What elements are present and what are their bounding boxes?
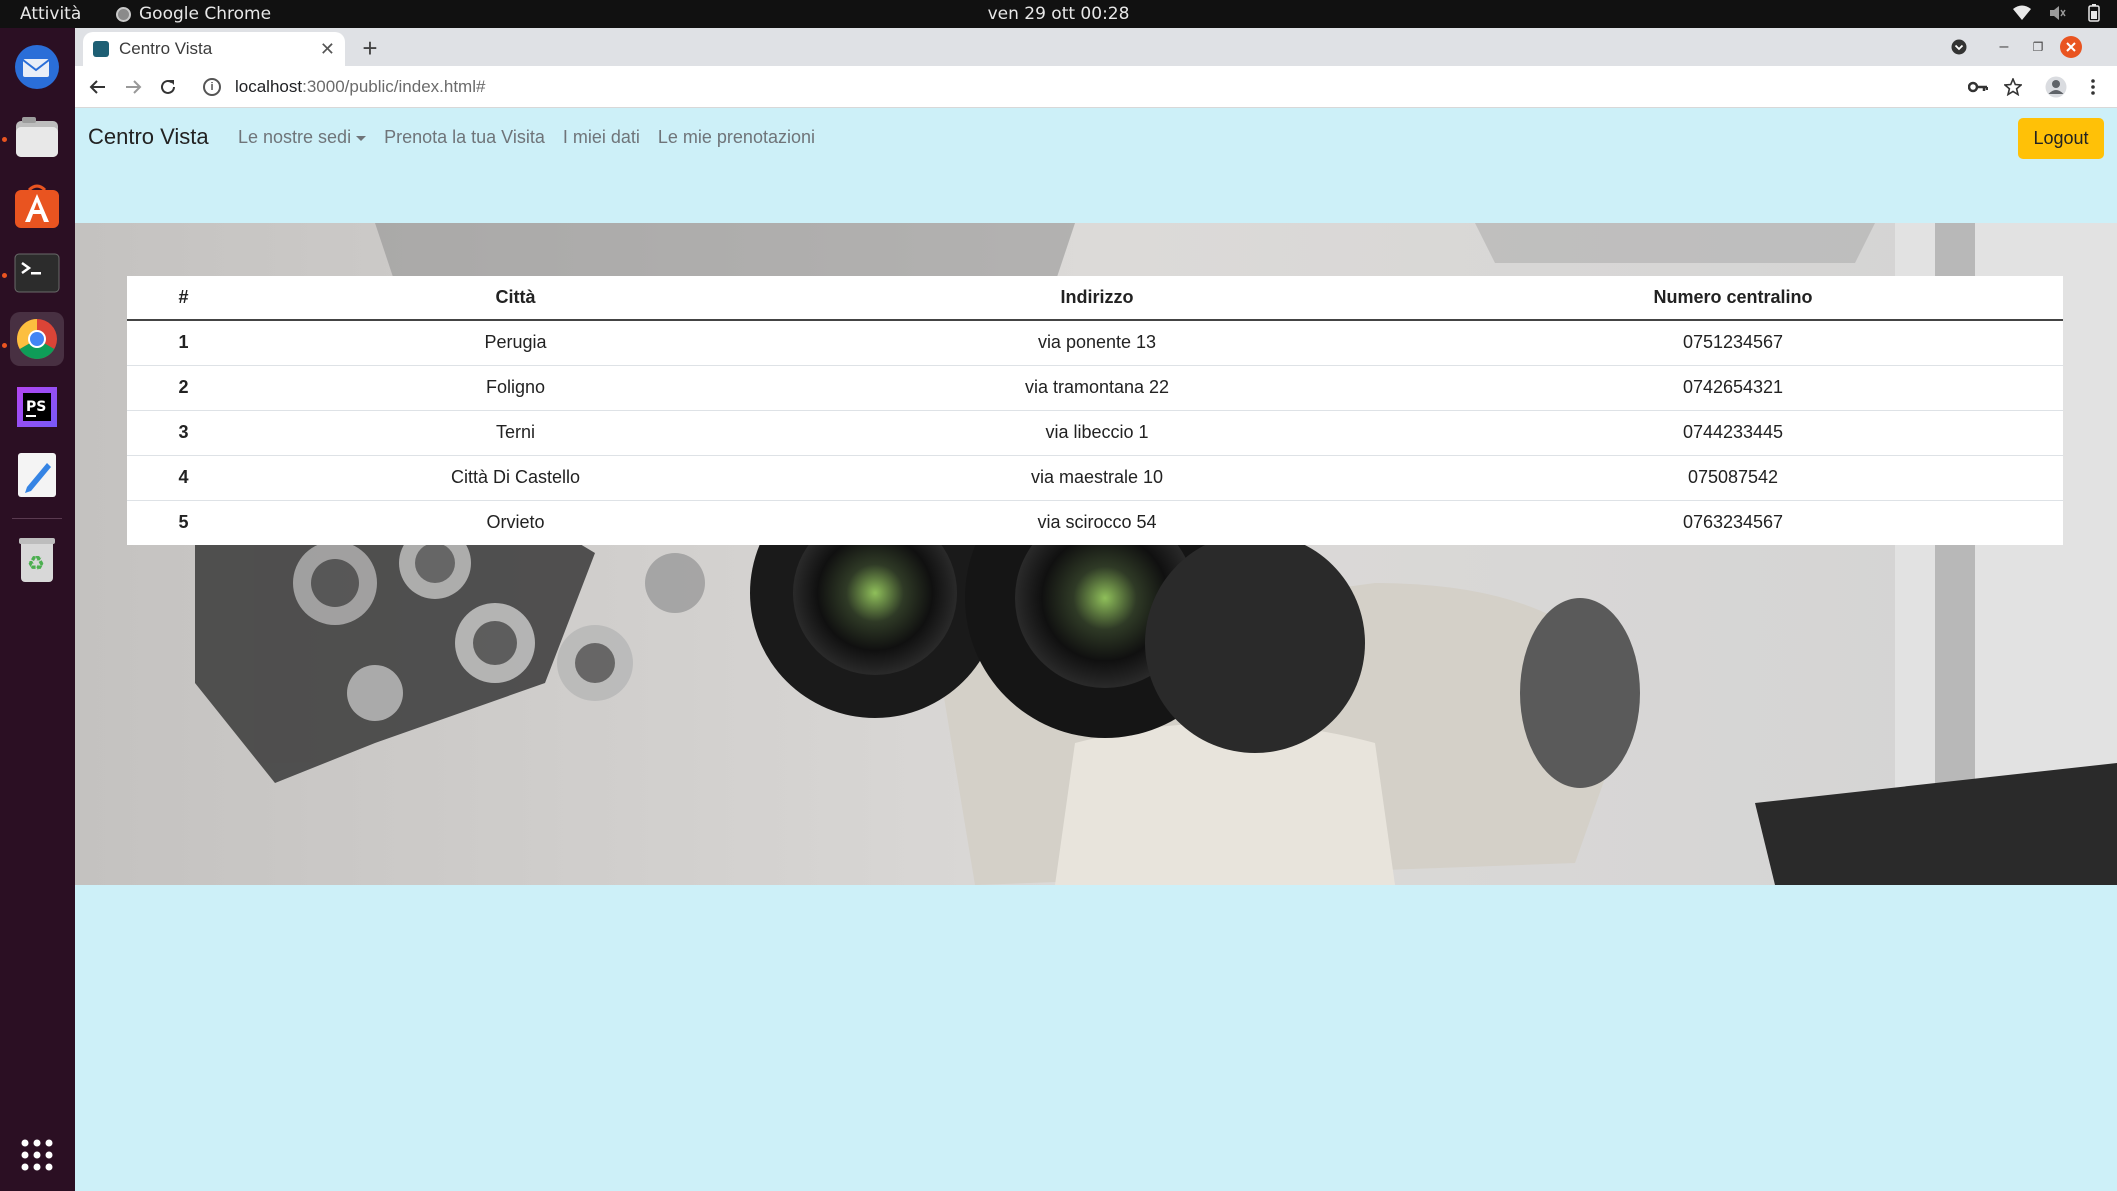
header-indirizzo: Indirizzo: [791, 276, 1403, 321]
cell-indirizzo: via tramontana 22: [791, 364, 1403, 410]
cell-indirizzo: via ponente 13: [791, 319, 1403, 365]
caret-down-icon: [356, 135, 367, 141]
sedi-table-grid: # Città Indirizzo Numero centralino 1 Pe…: [127, 276, 2063, 545]
profile-avatar-icon[interactable]: [2043, 74, 2069, 100]
url-host: localhost: [235, 77, 303, 96]
activities-button[interactable]: Attività: [20, 4, 81, 24]
address-bar[interactable]: i localhost :3000/public/index.html#: [203, 72, 2003, 102]
header-numero-centralino: Numero centralino: [1403, 276, 2063, 321]
password-key-icon[interactable]: [1965, 74, 1991, 100]
chrome-dock-icon[interactable]: [10, 312, 64, 366]
cell-num: 1: [127, 319, 240, 365]
table-row: 1 Perugia via ponente 13 0751234567: [127, 319, 2063, 365]
nav-links: Le nostre sedi Prenota la tua Visita I m…: [238, 127, 815, 148]
svg-text:♻: ♻: [27, 551, 45, 575]
chrome-app-icon: [116, 6, 131, 22]
url-path: :3000/public/index.html#: [302, 77, 486, 96]
close-tab-icon[interactable]: ✕: [320, 39, 335, 60]
phpstorm-icon[interactable]: PS: [10, 380, 64, 434]
wifi-icon[interactable]: [2013, 4, 2031, 22]
cell-citta: Perugia: [240, 319, 791, 365]
cell-telefono: 0742654321: [1403, 364, 2063, 410]
text-editor-icon[interactable]: [10, 448, 64, 502]
ubuntu-dock: PS ♻: [0, 28, 75, 1191]
browser-menu-icon[interactable]: [2080, 74, 2106, 100]
nav-link-dati[interactable]: I miei dati: [563, 127, 640, 148]
cell-num: 5: [127, 499, 240, 545]
cell-telefono: 0763234567: [1403, 499, 2063, 545]
cell-num: 2: [127, 364, 240, 410]
forward-icon[interactable]: [120, 74, 146, 100]
cell-indirizzo: via libeccio 1: [791, 409, 1403, 455]
cell-citta: Terni: [240, 409, 791, 455]
cell-telefono: 0751234567: [1403, 319, 2063, 365]
cell-citta: Città Di Castello: [240, 454, 791, 500]
new-tab-button[interactable]: +: [355, 34, 385, 64]
web-page: Centro Vista Le nostre sedi Prenota la t…: [75, 108, 2117, 1191]
tab-search-icon[interactable]: [1948, 36, 1970, 58]
software-center-icon[interactable]: [10, 179, 64, 233]
back-icon[interactable]: [85, 74, 111, 100]
nav-link-prenota[interactable]: Prenota la tua Visita: [384, 127, 545, 148]
files-running-indicator: [2, 137, 7, 142]
site-navbar: Centro Vista Le nostre sedi Prenota la t…: [75, 108, 2117, 168]
nav-link-label: Le nostre sedi: [238, 127, 352, 147]
thunderbird-icon[interactable]: [10, 40, 64, 94]
terminal-running-indicator: [2, 273, 7, 278]
volume-icon[interactable]: [2049, 4, 2067, 22]
cell-indirizzo: via scirocco 54: [791, 499, 1403, 545]
cell-citta: Foligno: [240, 364, 791, 410]
tab-title: Centro Vista: [119, 39, 213, 58]
svg-text:PS: PS: [26, 399, 46, 415]
nav-sedi-dropdown[interactable]: Le nostre sedi: [238, 127, 367, 148]
cell-indirizzo: via maestrale 10: [791, 454, 1403, 500]
dock-separator: [12, 518, 62, 519]
active-app-menu[interactable]: Google Chrome: [116, 4, 271, 24]
restore-icon[interactable]: ❐: [2027, 36, 2049, 58]
logout-button[interactable]: Logout: [2018, 118, 2104, 159]
active-app-name: Google Chrome: [139, 4, 272, 24]
nav-link-prenotazioni[interactable]: Le mie prenotazioni: [658, 127, 815, 148]
table-row: 5 Orvieto via scirocco 54 0763234567: [127, 499, 2063, 545]
chrome-running-indicator: [2, 343, 7, 348]
show-applications-icon[interactable]: [10, 1128, 64, 1182]
close-window-icon[interactable]: [2060, 36, 2082, 58]
sedi-table: # Città Indirizzo Numero centralino 1 Pe…: [127, 276, 2063, 545]
system-tray[interactable]: [2013, 4, 2103, 22]
tab-strip: Centro Vista ✕ + – ❐: [75, 28, 2117, 66]
table-row: 4 Città Di Castello via maestrale 10 075…: [127, 454, 2063, 500]
table-row: 2 Foligno via tramontana 22 0742654321: [127, 364, 2063, 410]
cell-telefono: 0744233445: [1403, 409, 2063, 455]
cell-num: 4: [127, 454, 240, 500]
cell-citta: Orvieto: [240, 499, 791, 545]
browser-toolbar: i localhost :3000/public/index.html#: [75, 66, 2117, 108]
reload-icon[interactable]: [155, 74, 181, 100]
browser-window: Centro Vista ✕ + – ❐ i localhost :3000/p…: [75, 28, 2117, 108]
favicon-icon: [93, 41, 109, 57]
site-info-icon[interactable]: i: [203, 78, 221, 96]
system-clock[interactable]: ven 29 ott 00:28: [0, 4, 2117, 24]
site-brand[interactable]: Centro Vista: [88, 124, 209, 150]
table-header-row: # Città Indirizzo Numero centralino: [127, 276, 2063, 321]
bookmark-star-icon[interactable]: [2000, 74, 2026, 100]
files-icon[interactable]: [10, 110, 64, 164]
browser-tab[interactable]: Centro Vista ✕: [83, 32, 345, 66]
header-num: #: [127, 276, 240, 321]
system-top-bar: Attività Google Chrome ven 29 ott 00:28: [0, 0, 2117, 28]
table-row: 3 Terni via libeccio 1 0744233445: [127, 409, 2063, 455]
battery-icon[interactable]: [2085, 4, 2103, 22]
trash-icon[interactable]: ♻: [10, 533, 64, 587]
header-citta: Città: [240, 276, 791, 321]
cell-num: 3: [127, 409, 240, 455]
minimize-icon[interactable]: –: [1993, 36, 2015, 58]
cell-telefono: 075087542: [1403, 454, 2063, 500]
terminal-icon[interactable]: [10, 246, 64, 300]
